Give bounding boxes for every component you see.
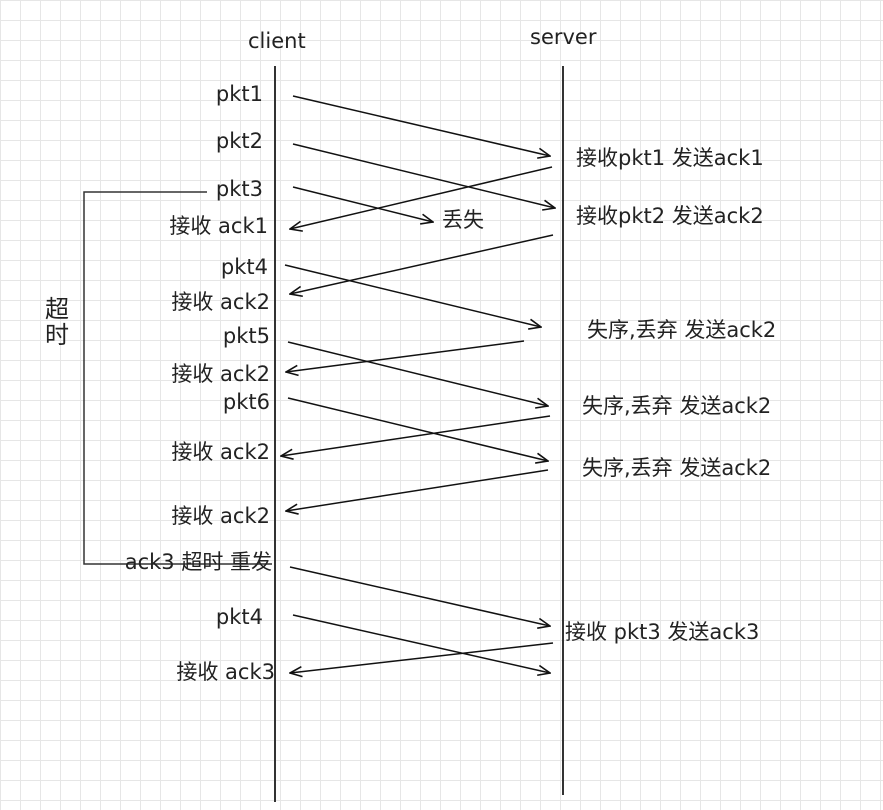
- label-recv-ack2-a: 接收 ack2: [171, 290, 270, 314]
- label-resend: ack3 超时 重发: [124, 550, 272, 574]
- arrow-ack2-b: [286, 340, 525, 372]
- label-pkt6: pkt6: [222, 390, 270, 414]
- label-pkt2: pkt2: [215, 129, 263, 153]
- label-server-5: 失序,丢弃 发送ack2: [582, 456, 772, 480]
- arrow-pkt3-resend: [289, 566, 550, 626]
- arrow-ack2-a: [290, 234, 554, 294]
- arrow-pkt1: [292, 95, 550, 156]
- label-pkt3: pkt3: [215, 177, 263, 201]
- label-pkt4: pkt4: [220, 255, 268, 279]
- label-server-4: 失序,丢弃 发送ack2: [582, 394, 772, 418]
- label-server-1: 接收pkt1 发送ack1: [576, 146, 764, 170]
- arrow-ack2-d: [286, 469, 549, 511]
- label-server-2: 接收pkt2 发送ack2: [576, 204, 764, 228]
- label-pkt1: pkt1: [215, 82, 263, 106]
- label-server-6: 接收 pkt3 发送ack3: [565, 620, 760, 644]
- label-recv-ack2-b: 接收 ack2: [171, 362, 270, 386]
- label-recv-ack2-c: 接收 ack2: [171, 440, 270, 464]
- label-recv-ack3: 接收 ack3: [176, 660, 275, 684]
- label-pkt4-resend: pkt4: [215, 605, 263, 629]
- timeout-label: 超时: [45, 295, 69, 350]
- label-recv-ack2-d: 接收 ack2: [171, 504, 270, 528]
- arrow-pkt5: [287, 341, 548, 406]
- arrow-pkt4-resend: [292, 614, 550, 673]
- server-header: server: [530, 25, 597, 49]
- client-header: client: [248, 29, 306, 53]
- label-recv-ack1: 接收 ack1: [169, 214, 268, 238]
- arrow-pkt4: [284, 264, 541, 327]
- arrow-pkt6: [287, 397, 548, 461]
- arrow-ack3: [290, 642, 554, 673]
- label-server-3: 失序,丢弃 发送ack2: [587, 318, 777, 342]
- label-pkt5: pkt5: [222, 324, 270, 348]
- arrow-ack2-c: [281, 415, 551, 456]
- label-lost: 丢失: [442, 208, 484, 232]
- arrow-pkt3-lost: [292, 186, 433, 222]
